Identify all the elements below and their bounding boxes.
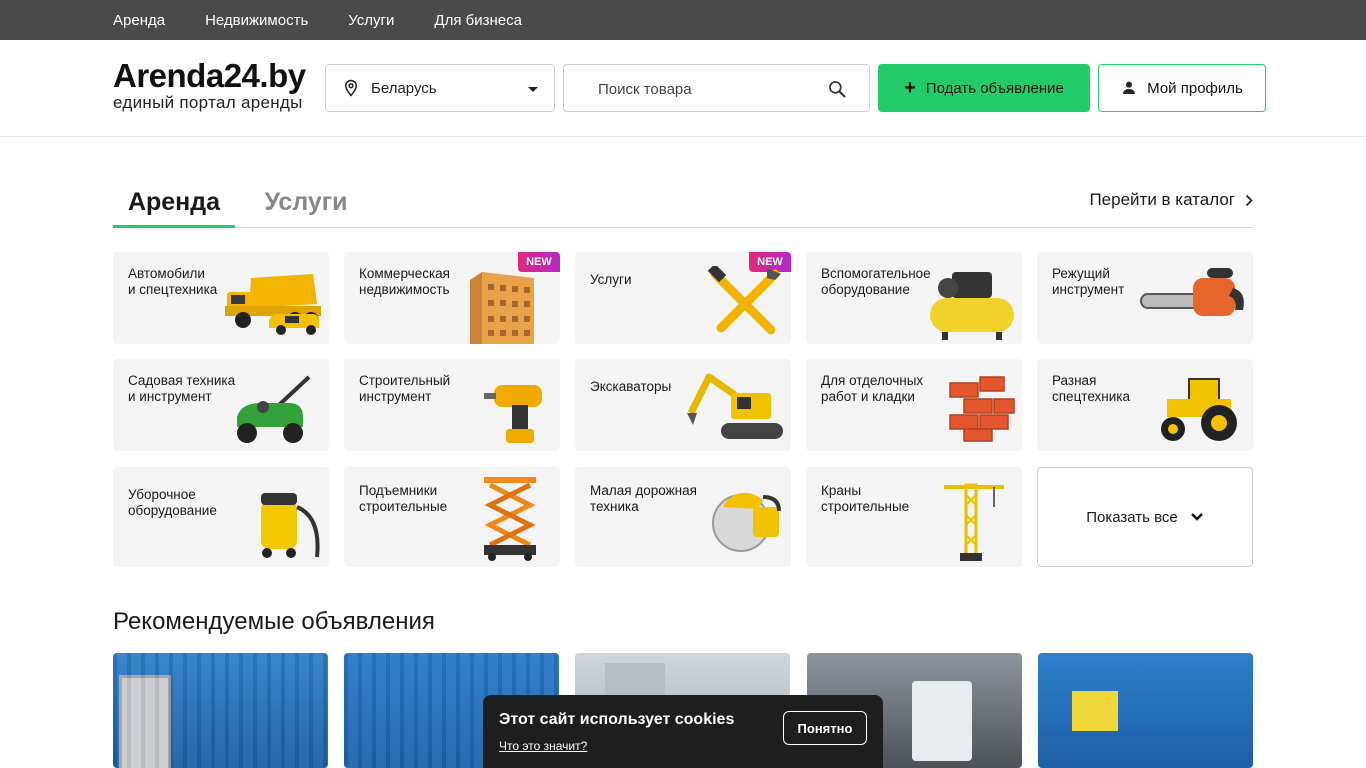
cookie-info-link[interactable]: Что это значит? xyxy=(499,739,587,753)
location-pin-icon xyxy=(344,79,358,97)
tab-services[interactable]: Услуги xyxy=(251,176,361,228)
category-label: Краны строительные xyxy=(821,483,910,514)
listing-photo xyxy=(912,681,972,761)
category-card-vehicles[interactable]: Автомобили и спецтехника xyxy=(113,252,329,344)
region-value: Беларусь xyxy=(371,79,437,97)
logo-tagline: единый портал аренды xyxy=(113,93,303,112)
search-box xyxy=(563,64,870,112)
top-nav-bar: Аренда Недвижимость Услуги Для бизнеса xyxy=(0,0,1366,40)
category-label: Уборочное оборудование xyxy=(128,487,217,518)
category-label: Строительный инструмент xyxy=(359,373,451,404)
excavator-icon xyxy=(687,373,783,439)
compressor-icon xyxy=(930,272,1014,340)
tractor-icon xyxy=(1161,378,1237,441)
logo[interactable]: Arenda24.by единый портал аренды xyxy=(113,58,306,112)
listing-card-5[interactable] xyxy=(1038,653,1253,768)
cookie-banner: Этот сайт использует cookies Что это зна… xyxy=(483,695,883,768)
category-card-commercial-realty[interactable]: Коммерческая недвижимость NEW xyxy=(344,252,560,344)
category-card-cleaning[interactable]: Уборочное оборудование xyxy=(113,467,329,567)
listing-photo-sign xyxy=(1072,691,1118,731)
bricks-icon xyxy=(949,376,1015,442)
post-ad-label: Подать объявление xyxy=(925,79,1064,97)
header: Arenda24.by единый портал аренды Беларус… xyxy=(0,40,1366,137)
chainsaw-icon xyxy=(1140,268,1244,316)
category-card-lifts[interactable]: Подъемники строительные xyxy=(344,467,560,567)
listing-card-1[interactable] xyxy=(113,653,328,768)
lawnmower-icon xyxy=(237,375,311,443)
category-label: Автомобили и спецтехника xyxy=(128,266,218,297)
chevron-down-icon xyxy=(528,87,538,92)
top-nav: Аренда Недвижимость Услуги Для бизнеса xyxy=(113,0,522,40)
chevron-right-icon xyxy=(1245,194,1253,206)
category-card-cutting-tools[interactable]: Режущий инструмент xyxy=(1037,252,1253,344)
recommended-title: Рекомендуемые объявления xyxy=(113,608,435,635)
crane-icon xyxy=(944,483,1004,561)
show-all-label: Показать все xyxy=(1086,508,1178,526)
cutter-icon xyxy=(712,492,781,552)
category-label: Малая дорожная техника xyxy=(590,483,697,514)
tab-rent[interactable]: Аренда xyxy=(113,176,235,228)
show-all-button[interactable]: Показать все xyxy=(1037,467,1253,567)
listing-photo xyxy=(113,653,328,768)
catalog-link[interactable]: Перейти в каталог xyxy=(1089,190,1253,210)
profile-button[interactable]: Мой профиль xyxy=(1098,64,1266,112)
logo-name: Arenda24.by xyxy=(113,57,306,94)
vacuum-icon xyxy=(261,493,320,558)
category-label: Подъемники строительные xyxy=(359,483,448,514)
category-card-cranes[interactable]: Краны строительные xyxy=(806,467,1022,567)
category-card-services[interactable]: Услуги NEW xyxy=(575,252,791,344)
top-nav-realty[interactable]: Недвижимость xyxy=(205,12,308,29)
category-card-construction-tools[interactable]: Строительный инструмент xyxy=(344,359,560,451)
catalog-link-label: Перейти в каталог xyxy=(1089,190,1235,209)
category-label: Экскаваторы xyxy=(590,379,672,394)
category-label: Разная спецтехника xyxy=(1052,373,1131,404)
category-card-finishing-works[interactable]: Для отделочных работ и кладки xyxy=(806,359,1022,451)
category-label: Вспомогательное оборудование xyxy=(821,266,931,297)
dump-truck-icon xyxy=(225,274,321,335)
cookie-title: Этот сайт использует cookies xyxy=(499,711,735,728)
top-nav-business[interactable]: Для бизнеса xyxy=(434,12,522,29)
category-tabs: Аренда Услуги Перейти в каталог xyxy=(113,176,1253,228)
search-input[interactable] xyxy=(598,78,818,100)
category-card-excavators[interactable]: Экскаваторы xyxy=(575,359,791,451)
post-ad-button[interactable]: + Подать объявление xyxy=(878,64,1090,112)
user-icon xyxy=(1123,81,1136,94)
profile-label: Мой профиль xyxy=(1147,79,1243,97)
category-label: Режущий инструмент xyxy=(1052,266,1125,297)
chevron-down-icon xyxy=(1190,513,1203,521)
category-label: Коммерческая недвижимость xyxy=(359,266,450,297)
cookie-accept-button[interactable]: Понятно xyxy=(783,711,867,745)
drill-icon xyxy=(484,385,542,443)
search-icon[interactable] xyxy=(827,79,847,99)
top-nav-services[interactable]: Услуги xyxy=(348,12,394,29)
category-card-road-machinery[interactable]: Малая дорожная техника xyxy=(575,467,791,567)
category-card-special-machinery[interactable]: Разная спецтехника xyxy=(1037,359,1253,451)
scissor-lift-icon xyxy=(484,477,536,561)
top-nav-rent[interactable]: Аренда xyxy=(113,12,165,29)
region-select[interactable]: Беларусь xyxy=(325,64,555,112)
category-card-aux-equipment[interactable]: Вспомогательное оборудование xyxy=(806,252,1022,344)
building-icon xyxy=(470,272,534,344)
category-label: Садовая техника и инструмент xyxy=(128,373,236,404)
category-label: Услуги xyxy=(590,272,632,287)
category-card-garden[interactable]: Садовая техника и инструмент xyxy=(113,359,329,451)
category-label: Для отделочных работ и кладки xyxy=(821,373,924,404)
plus-icon: + xyxy=(904,77,916,99)
hammer-wrench-icon xyxy=(707,266,781,335)
